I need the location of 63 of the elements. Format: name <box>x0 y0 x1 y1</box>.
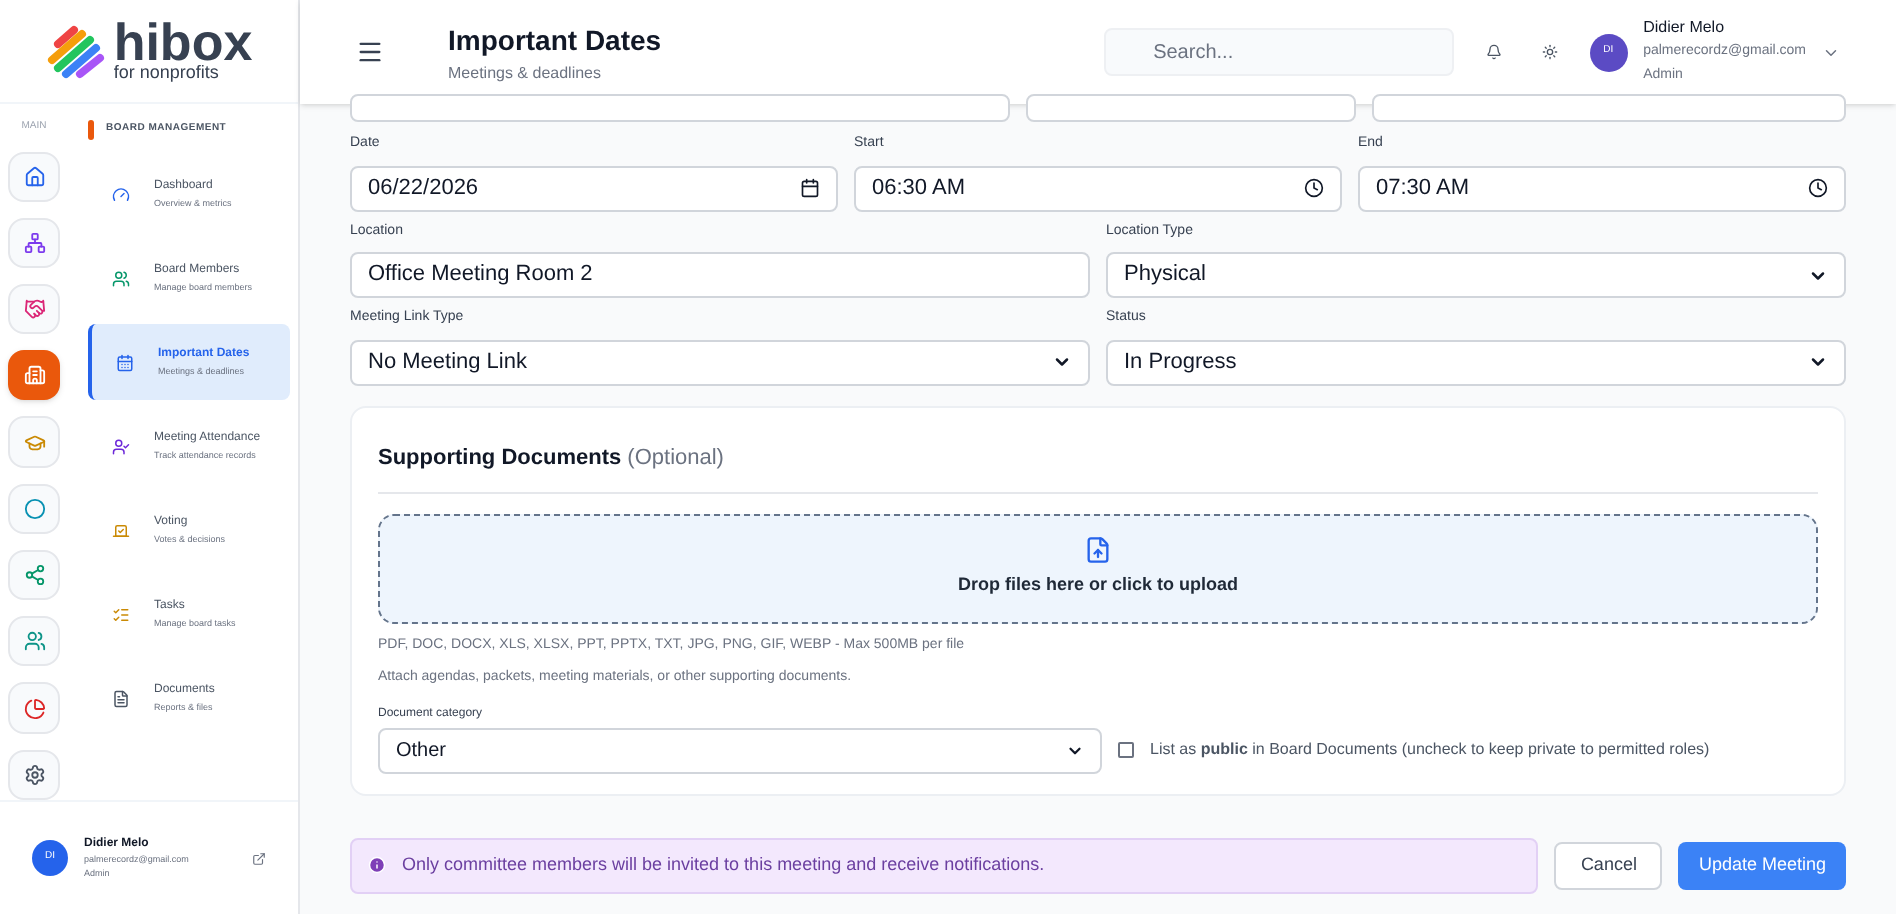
input-field[interactable] <box>350 94 1010 122</box>
rail-button[interactable] <box>8 350 60 401</box>
settings-icon <box>23 763 45 786</box>
select-field[interactable]: Physical <box>1106 252 1846 298</box>
select-field[interactable]: In Progress <box>1106 339 1846 385</box>
people-icon <box>112 269 130 287</box>
input-field[interactable] <box>1026 94 1356 122</box>
chevron-icon <box>1052 352 1072 372</box>
rail-button[interactable] <box>8 483 60 534</box>
ballot-icon <box>112 521 130 539</box>
clock-icon <box>1808 178 1828 198</box>
page-subtitle: Meetings & deadlines <box>448 61 603 85</box>
rail-button[interactable] <box>8 151 60 202</box>
calendar-icon <box>800 178 820 198</box>
rail-button[interactable] <box>8 682 60 734</box>
time-field[interactable]: 06:30 AM <box>854 165 1342 211</box>
section-marker <box>88 120 94 140</box>
building-icon <box>23 364 45 387</box>
logo-stripes-icon <box>45 23 106 79</box>
page-title: Important Dates <box>448 21 662 60</box>
cancel-button[interactable]: Cancel <box>1554 841 1663 889</box>
chevron-icon <box>1808 352 1828 372</box>
time-field[interactable]: 07:30 AM <box>1358 165 1846 211</box>
rail-button[interactable] <box>8 749 60 800</box>
pie-chart-icon <box>23 697 45 720</box>
clock-icon <box>1304 178 1324 198</box>
search-field[interactable]: Search... <box>1103 28 1454 76</box>
home-icon <box>23 165 45 188</box>
list-icon <box>112 605 130 623</box>
org-chart-icon <box>23 231 45 254</box>
bell-icon[interactable] <box>1485 44 1502 60</box>
select-field[interactable]: Other <box>378 727 1102 773</box>
date-field[interactable]: 06/22/2026 <box>350 165 838 211</box>
circle-icon <box>23 497 45 520</box>
public-checkbox[interactable] <box>1118 742 1134 758</box>
input-field[interactable] <box>1372 94 1846 122</box>
section-heading: Supporting Documents (Optional) <box>378 445 724 469</box>
update-meeting-button[interactable]: Update Meeting <box>1678 841 1846 889</box>
logo-tagline: for nonprofits <box>113 64 221 82</box>
sun-icon[interactable] <box>1541 44 1558 60</box>
handshake-icon <box>23 298 45 321</box>
select-field[interactable]: No Meeting Link <box>350 339 1090 385</box>
file-dropzone[interactable]: Drop files here or click to upload <box>378 513 1818 623</box>
external-link-icon[interactable] <box>252 851 266 865</box>
person-check-icon <box>112 437 130 455</box>
graduation-cap-icon <box>23 431 45 454</box>
logo-name: hibox <box>113 20 253 64</box>
checkbox-label: List as public in Board Documents (uncheck to keep private to permitted roles) <box>1150 738 1710 762</box>
document-icon <box>112 689 130 707</box>
menu-icon[interactable] <box>356 38 384 66</box>
file-upload-icon <box>1084 536 1112 565</box>
user-name: Didier Melo <box>1643 16 1727 40</box>
rail-button[interactable] <box>8 549 60 601</box>
gauge-icon <box>112 185 130 203</box>
network-icon <box>23 564 45 587</box>
calendar-icon <box>116 353 134 371</box>
input-field[interactable]: Office Meeting Room 2 <box>350 252 1090 298</box>
rail-button[interactable] <box>8 284 60 335</box>
rail-button[interactable] <box>8 217 60 268</box>
info-text: Only committee members will be invited to this meeting and receive notifications. <box>402 851 1045 878</box>
info-icon <box>368 856 386 874</box>
people-icon <box>23 630 45 653</box>
rail-button[interactable] <box>8 616 60 667</box>
